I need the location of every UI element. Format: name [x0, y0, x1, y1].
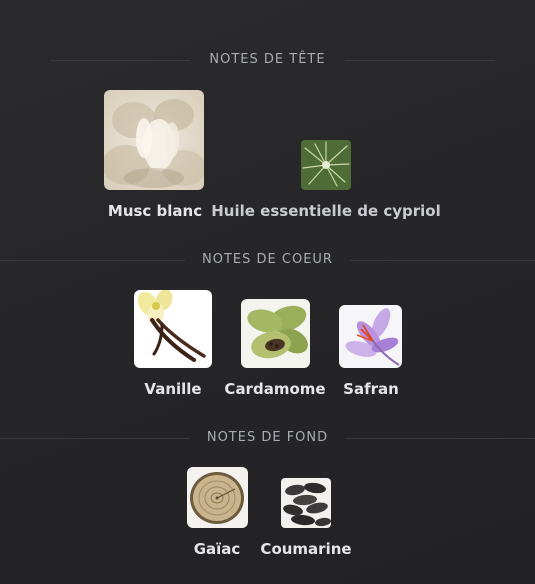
- cardamom-photo: [241, 299, 310, 368]
- cypriol-image[interactable]: [301, 140, 351, 190]
- section-title: NOTES DE TÊTE: [209, 52, 326, 67]
- note-label-cardamome: Cardamome: [224, 380, 326, 398]
- note-label-vanille: Vanille: [144, 380, 202, 398]
- guaiac-wood-photo: [187, 467, 248, 528]
- guaiac-image[interactable]: [187, 467, 248, 528]
- section-top-notes: NOTES DE TÊTE: [0, 50, 535, 70]
- note-label-cypriol: Huile essentielle de cypriol: [211, 202, 441, 220]
- note-label-gaiac: Gaïac: [193, 540, 241, 558]
- section-heart-notes: NOTES DE COEUR: [0, 250, 535, 270]
- vanilla-image[interactable]: [134, 290, 212, 368]
- section-title: NOTES DE COEUR: [202, 252, 333, 267]
- note-label-musc-blanc: Musc blanc: [107, 202, 203, 220]
- section-header: NOTES DE TÊTE: [0, 50, 535, 70]
- white-musk-image[interactable]: [104, 90, 204, 190]
- section-base-notes: NOTES DE FOND: [0, 428, 535, 448]
- cypriol-plant-photo: [301, 140, 351, 190]
- tonka-bean-photo: [281, 478, 331, 528]
- tonka-image[interactable]: [281, 478, 331, 528]
- section-header: NOTES DE FOND: [0, 428, 535, 448]
- note-label-coumarine: Coumarine: [260, 540, 352, 558]
- saffron-photo: [339, 305, 402, 368]
- note-label-safran: Safran: [343, 380, 399, 398]
- section-title: NOTES DE FOND: [206, 430, 329, 445]
- vanilla-photo: [134, 290, 212, 368]
- white-musk-photo: [104, 90, 204, 190]
- section-header: NOTES DE COEUR: [0, 250, 535, 270]
- saffron-image[interactable]: [339, 305, 402, 368]
- cardamom-image[interactable]: [241, 299, 310, 368]
